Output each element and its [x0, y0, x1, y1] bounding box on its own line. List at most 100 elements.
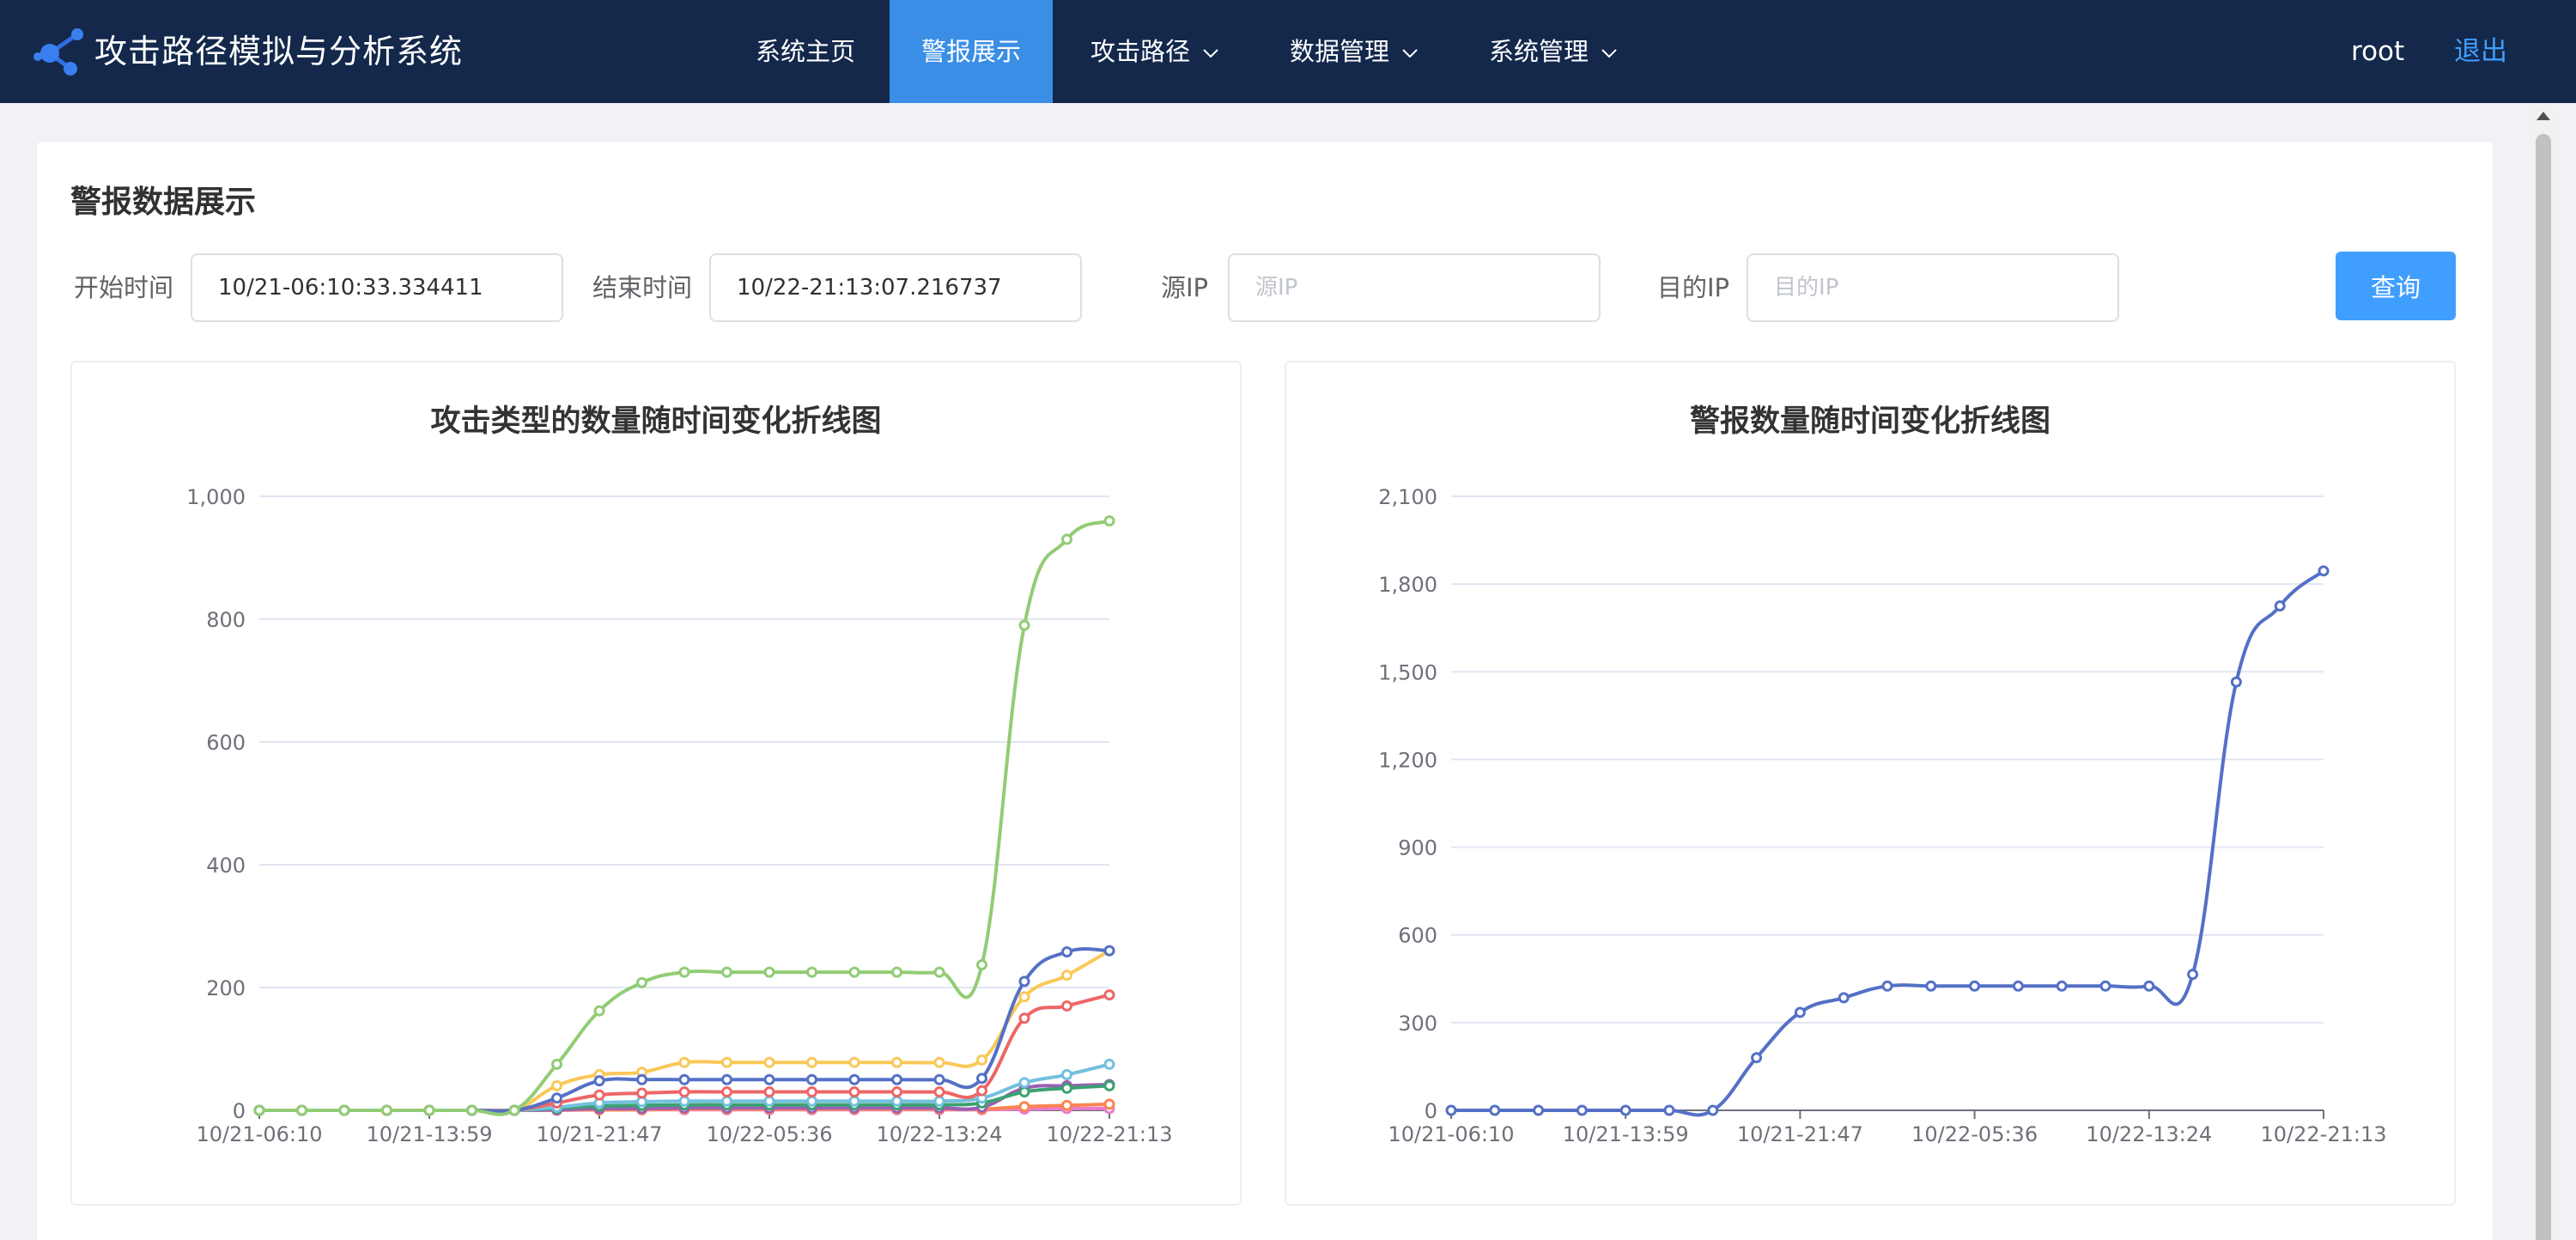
- data-point: [1018, 1086, 1030, 1098]
- data-point: [1576, 1104, 1588, 1116]
- scroll-up-arrow-icon[interactable]: [2537, 112, 2550, 120]
- data-point: [806, 1056, 817, 1068]
- data-point: [891, 1073, 902, 1085]
- y-tick-label: 1,800: [1378, 573, 1437, 597]
- x-tick-label: 10/21-13:59: [1563, 1122, 1689, 1146]
- data-point: [1061, 1082, 1072, 1094]
- data-point: [1018, 991, 1030, 1003]
- data-point: [338, 1104, 350, 1116]
- data-point: [763, 966, 775, 978]
- data-point: [636, 1073, 647, 1085]
- data-point: [1103, 1098, 1115, 1110]
- y-tick-label: 200: [206, 976, 246, 1000]
- y-tick-label: 1,500: [1378, 660, 1437, 684]
- data-point: [1061, 1069, 1072, 1081]
- data-point: [593, 1089, 605, 1101]
- data-point: [1103, 945, 1115, 957]
- data-point: [381, 1104, 392, 1116]
- y-tick-label: 0: [1425, 1099, 1437, 1123]
- data-point: [933, 1056, 945, 1068]
- data-point: [593, 1005, 605, 1017]
- data-point: [763, 1056, 775, 1068]
- data-point: [976, 1085, 987, 1097]
- x-tick-label: 10/22-13:24: [2086, 1122, 2212, 1146]
- data-point: [423, 1104, 435, 1116]
- data-point: [1969, 980, 1981, 992]
- x-tick-label: 10/21-21:47: [537, 1122, 663, 1146]
- x-tick-label: 10/22-05:36: [1911, 1122, 2038, 1146]
- y-tick-label: 300: [1398, 1012, 1437, 1036]
- data-point: [1018, 1012, 1030, 1024]
- data-point: [1707, 1104, 1719, 1116]
- data-point: [551, 1079, 562, 1091]
- y-tick-label: 0: [233, 1099, 246, 1123]
- data-point: [1018, 976, 1030, 988]
- data-point: [1061, 946, 1072, 958]
- data-point: [1751, 1052, 1763, 1064]
- data-point: [1103, 989, 1115, 1001]
- data-point: [933, 1073, 945, 1085]
- data-point: [806, 966, 817, 978]
- series-line: [1451, 569, 2325, 1117]
- series-line: [259, 519, 1110, 1116]
- data-point: [976, 1054, 987, 1066]
- data-point: [848, 966, 860, 978]
- data-point: [1794, 1006, 1806, 1018]
- data-point: [721, 1086, 732, 1098]
- data-point: [933, 966, 945, 978]
- data-point: [1489, 1104, 1501, 1116]
- data-point: [636, 1087, 647, 1099]
- data-point: [721, 1073, 732, 1085]
- data-point: [1619, 1104, 1631, 1116]
- data-point: [1103, 515, 1115, 527]
- y-tick-label: 600: [206, 731, 246, 755]
- data-point: [1061, 533, 1072, 545]
- x-tick-label: 10/22-05:36: [707, 1122, 833, 1146]
- data-point: [848, 1086, 860, 1098]
- scrollbar-thumb[interactable]: [2536, 134, 2551, 1240]
- data-point: [508, 1104, 520, 1116]
- data-point: [891, 1086, 902, 1098]
- data-point: [678, 966, 690, 978]
- data-point: [806, 1073, 817, 1085]
- y-tick-label: 900: [1398, 836, 1437, 860]
- data-point: [721, 966, 732, 978]
- data-point: [1061, 970, 1072, 982]
- data-point: [2318, 565, 2330, 577]
- data-point: [763, 1086, 775, 1098]
- data-point: [551, 1058, 562, 1070]
- data-point: [678, 1073, 690, 1085]
- data-point: [933, 1086, 945, 1098]
- data-point: [976, 1073, 987, 1085]
- data-point: [1018, 619, 1030, 631]
- data-point: [1061, 1000, 1072, 1012]
- x-tick-label: 10/21-21:47: [1737, 1122, 1863, 1146]
- data-point: [253, 1104, 265, 1116]
- data-point: [1018, 1101, 1030, 1113]
- data-point: [763, 1073, 775, 1085]
- x-tick-label: 10/22-21:13: [2261, 1122, 2387, 1146]
- data-point: [891, 1056, 902, 1068]
- data-point: [1103, 1079, 1115, 1091]
- data-point: [1061, 1099, 1072, 1111]
- x-tick-label: 10/22-21:13: [1047, 1122, 1173, 1146]
- data-point: [933, 1095, 945, 1107]
- data-point: [2187, 969, 2199, 981]
- data-point: [976, 959, 987, 971]
- y-tick-label: 800: [206, 608, 246, 632]
- x-tick-label: 10/21-13:59: [367, 1122, 493, 1146]
- data-point: [2099, 980, 2111, 992]
- data-point: [296, 1104, 307, 1116]
- data-point: [551, 1092, 562, 1104]
- y-tick-label: 2,100: [1378, 485, 1437, 509]
- data-point: [721, 1056, 732, 1068]
- data-point: [1881, 980, 1893, 992]
- x-tick-label: 10/21-06:10: [1388, 1122, 1515, 1146]
- data-point: [678, 1086, 690, 1098]
- data-point: [1533, 1104, 1545, 1116]
- data-point: [848, 1073, 860, 1085]
- data-point: [636, 976, 647, 988]
- data-point: [891, 966, 902, 978]
- y-tick-label: 1,000: [186, 485, 246, 509]
- data-point: [593, 1075, 605, 1087]
